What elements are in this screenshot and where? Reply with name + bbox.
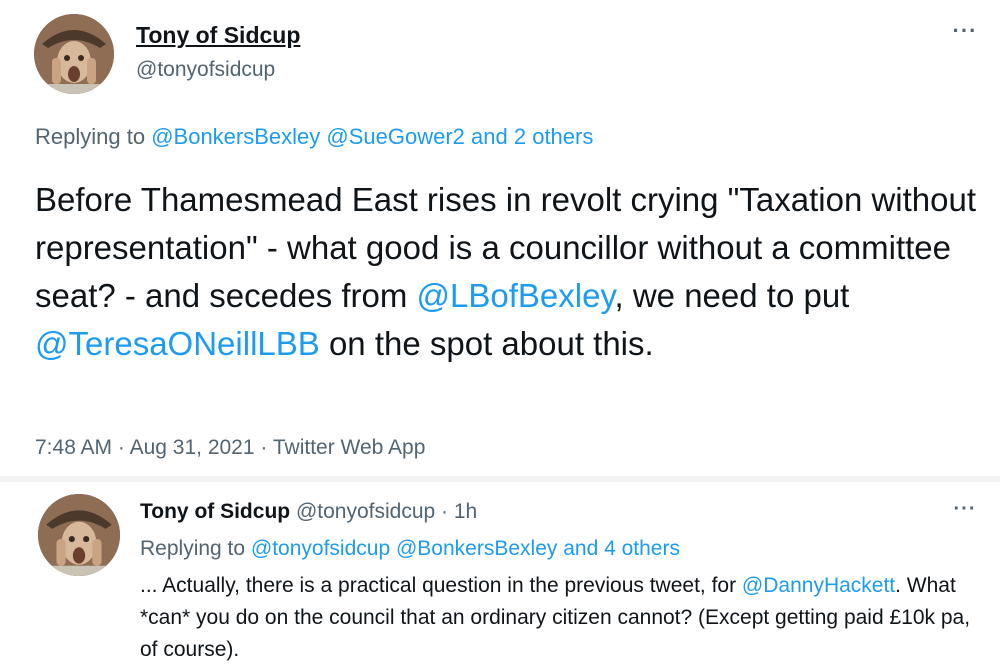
author-name[interactable]: Tony of Sidcup (140, 500, 290, 523)
tweet-date[interactable]: Aug 31, 2021 (130, 436, 255, 459)
author-name[interactable]: Tony of Sidcup (136, 22, 300, 49)
mention-link[interactable]: @BonkersBexley (151, 124, 320, 149)
mention-link[interactable]: @DannyHackett (742, 574, 895, 597)
tweet-text: Before Thamesmead East rises in revolt c… (35, 176, 985, 368)
mention-link[interactable]: @SueGower2 (326, 124, 465, 149)
more-options-icon[interactable]: ··· (948, 498, 982, 522)
tweet-metadata: 7:48 AM · Aug 31, 2021 · Twitter Web App (35, 436, 425, 460)
tweet-age[interactable]: 1h (454, 500, 477, 523)
tweet-text: ... Actually, there is a practical quest… (140, 570, 985, 666)
reply-header: Tony of Sidcup @tonyofsidcup · 1h (140, 500, 477, 524)
author-avatar[interactable] (38, 494, 120, 576)
avatar-photo-icon (34, 14, 114, 94)
author-handle[interactable]: @tonyofsidcup (296, 500, 435, 523)
author-handle[interactable]: @tonyofsidcup (136, 58, 275, 82)
mention-link[interactable]: @BonkersBexley (396, 537, 557, 560)
replying-to-label: Replying to (140, 537, 246, 560)
others-link[interactable]: and 2 others (471, 124, 593, 149)
tweet-time[interactable]: 7:48 AM (35, 436, 112, 459)
replying-to-line: Replying to @BonkersBexley @SueGower2 an… (35, 124, 593, 150)
avatar-photo-icon (38, 494, 120, 576)
mention-link[interactable]: @TeresaONeillLBB (35, 325, 320, 362)
author-avatar[interactable] (34, 14, 114, 94)
replying-to-line: Replying to @tonyofsidcup @BonkersBexley… (140, 537, 680, 561)
main-tweet: Tony of Sidcup @tonyofsidcup ··· Replyin… (0, 0, 1000, 470)
tweet-text-part: , we need to put (614, 277, 850, 314)
tweet-text-part: on the spot about this. (319, 325, 654, 362)
mention-link[interactable]: @tonyofsidcup (251, 537, 390, 560)
separator: · (117, 436, 125, 459)
mention-link[interactable]: @LBofBexley (417, 277, 615, 314)
others-link[interactable]: and 4 others (563, 537, 680, 560)
tweet-source[interactable]: Twitter Web App (273, 436, 426, 459)
tweet-text-part: ... Actually, there is a practical quest… (140, 574, 742, 597)
more-options-icon[interactable]: ··· (948, 18, 982, 44)
separator: · (441, 500, 449, 523)
separator: · (260, 436, 268, 459)
replying-to-label: Replying to (35, 124, 146, 149)
reply-tweet[interactable]: Tony of Sidcup @tonyofsidcup · 1h ··· Re… (0, 482, 1000, 670)
